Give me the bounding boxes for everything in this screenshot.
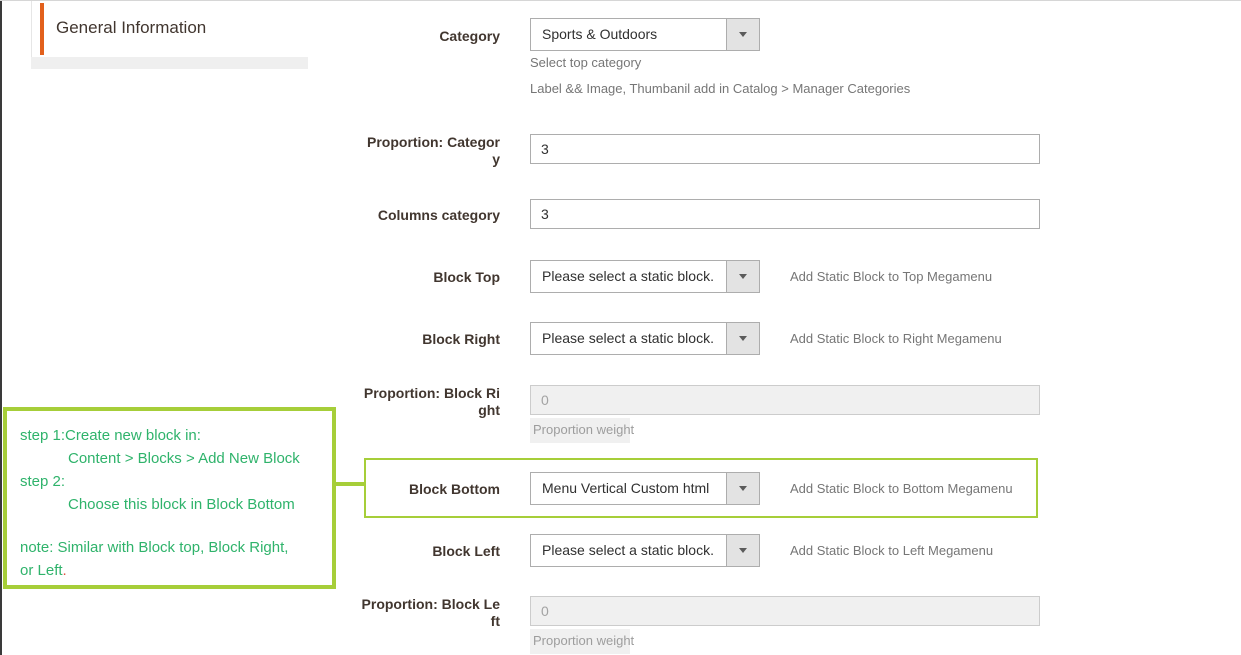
block-right-select-value: Please select a static block. — [530, 322, 727, 355]
annotation-note-line2: or Left. — [20, 559, 328, 582]
columns-category-input[interactable] — [530, 199, 1040, 229]
caret-down-icon — [739, 336, 747, 341]
block-bottom-select-value: Menu Vertical Custom html — [530, 472, 727, 505]
annotation-step1-detail: Content > Blocks > Add New Block — [20, 447, 328, 470]
annotation-note-line1: note: Similar with Block top, Block Righ… — [20, 536, 328, 559]
block-right-select[interactable]: Please select a static block. — [530, 322, 760, 355]
block-top-select-value: Please select a static block. — [530, 260, 727, 293]
proportion-block-left-input — [530, 596, 1040, 626]
caret-down-icon — [739, 486, 747, 491]
proportion-block-left-label: Proportion: Block Le ft — [330, 596, 500, 630]
block-top-note: Add Static Block to Top Megamenu — [790, 269, 992, 284]
annotation-note-period: . — [63, 562, 67, 579]
columns-category-label: Columns category — [330, 207, 500, 224]
category-note: Select top category — [530, 55, 641, 70]
category-hint: Label && Image, Thumbanil add in Catalog… — [530, 81, 910, 96]
tab-list-shadow — [31, 57, 308, 69]
window-left-edge — [0, 1, 2, 655]
category-select-dropdown-button[interactable] — [726, 18, 760, 51]
block-bottom-select-dropdown-button[interactable] — [726, 472, 760, 505]
annotation-callout: step 1:Create new block in: Content > Bl… — [3, 407, 336, 589]
block-bottom-label: Block Bottom — [330, 481, 500, 498]
megamenu-settings-page: General Information Category Sports & Ou… — [0, 0, 1241, 655]
block-left-select-value: Please select a static block. — [530, 534, 727, 567]
category-select-value: Sports & Outdoors — [530, 18, 727, 51]
block-right-label: Block Right — [330, 331, 500, 348]
annotation-note-text: or Left — [20, 562, 63, 579]
proportion-block-left-note: Proportion weight — [530, 629, 630, 654]
caret-down-icon — [739, 32, 747, 37]
block-left-note: Add Static Block to Left Megamenu — [790, 543, 993, 558]
tab-label: General Information — [56, 18, 206, 38]
block-top-select[interactable]: Please select a static block. — [530, 260, 760, 293]
block-left-label: Block Left — [330, 543, 500, 560]
annotation-step1: step 1:Create new block in: — [20, 424, 328, 447]
active-tab-accent-bar — [40, 3, 44, 55]
caret-down-icon — [739, 274, 747, 279]
block-bottom-note: Add Static Block to Bottom Megamenu — [790, 481, 1013, 496]
caret-down-icon — [739, 548, 747, 553]
block-right-select-dropdown-button[interactable] — [726, 322, 760, 355]
proportion-block-right-input — [530, 385, 1040, 415]
block-top-label: Block Top — [330, 269, 500, 286]
block-top-select-dropdown-button[interactable] — [726, 260, 760, 293]
category-select[interactable]: Sports & Outdoors — [530, 18, 760, 51]
annotation-step2: step 2: — [20, 470, 328, 493]
annotation-spacer — [20, 516, 328, 536]
proportion-block-right-note: Proportion weight — [530, 418, 630, 443]
proportion-category-label: Proportion: Categor y — [330, 134, 500, 168]
block-right-note: Add Static Block to Right Megamenu — [790, 331, 1002, 346]
settings-tab-list: General Information — [31, 1, 308, 69]
proportion-block-right-label: Proportion: Block Ri ght — [330, 385, 500, 419]
block-left-select[interactable]: Please select a static block. — [530, 534, 760, 567]
category-label: Category — [330, 28, 500, 45]
block-bottom-select[interactable]: Menu Vertical Custom html — [530, 472, 760, 505]
tab-general-information[interactable]: General Information — [31, 1, 308, 57]
block-left-select-dropdown-button[interactable] — [726, 534, 760, 567]
annotation-step2-detail: Choose this block in Block Bottom — [20, 493, 328, 516]
proportion-category-input[interactable] — [530, 134, 1040, 164]
